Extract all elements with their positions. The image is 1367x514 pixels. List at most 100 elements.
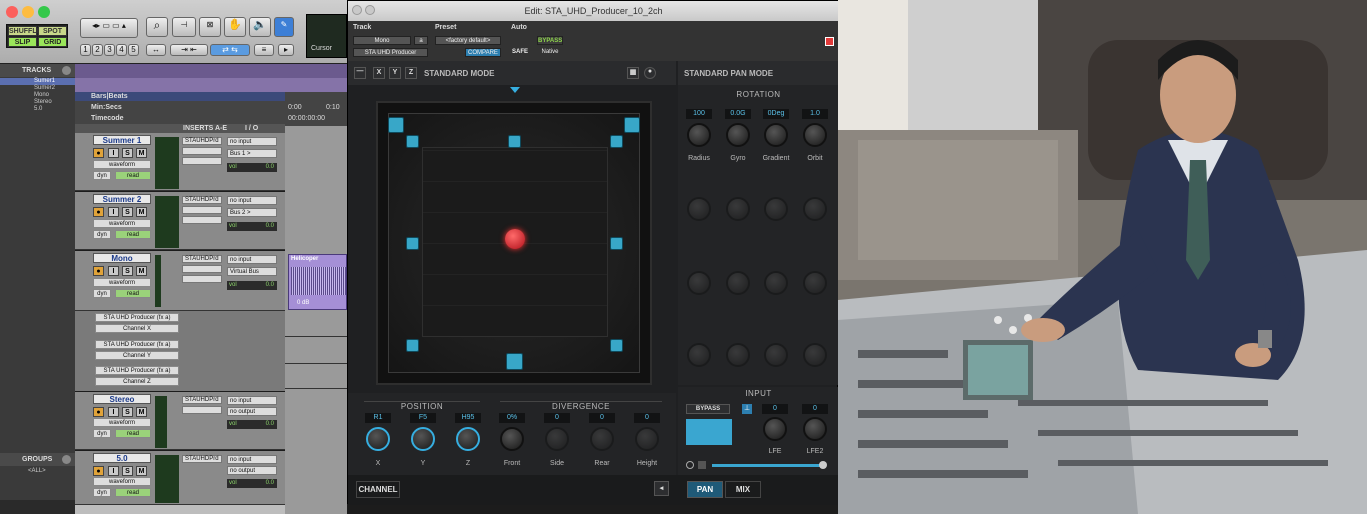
zoomer-tool-icon[interactable]: ⌕ bbox=[146, 17, 168, 37]
lane-plugin[interactable]: STA UHD Producer (fx a) bbox=[95, 313, 179, 322]
track-name[interactable]: Stereo bbox=[93, 394, 151, 404]
track-list-item[interactable]: 5.0 bbox=[0, 106, 75, 113]
track-list-item[interactable]: Stereo bbox=[0, 99, 75, 106]
automation-mode[interactable]: read bbox=[115, 230, 151, 239]
spot-mode-button[interactable]: SPOT bbox=[38, 26, 67, 36]
compare-button[interactable]: COMPARE bbox=[465, 48, 501, 57]
zoom-preset-1[interactable]: 1 bbox=[80, 44, 91, 56]
track-name[interactable]: 5.0 bbox=[93, 453, 151, 463]
gradient-knob[interactable] bbox=[764, 123, 788, 147]
volume-readout[interactable]: vol 0.0 bbox=[227, 281, 277, 290]
record-button[interactable]: ● bbox=[93, 266, 104, 276]
output-selector[interactable]: Bus 1 > bbox=[227, 149, 277, 158]
output-selector[interactable]: no output bbox=[227, 407, 277, 416]
insert-selector[interactable]: STA UHD Producer bbox=[353, 48, 428, 57]
channel-button[interactable]: CHANNEL bbox=[356, 481, 400, 498]
scrubber-speaker-icon[interactable]: 🔈 bbox=[249, 17, 271, 37]
height-knob[interactable] bbox=[635, 427, 659, 451]
input-monitor-button[interactable]: I bbox=[108, 148, 119, 158]
minimize-panel-icon[interactable]: — bbox=[354, 67, 366, 79]
3d-panner-room[interactable] bbox=[376, 101, 652, 385]
speaker-rear-right[interactable] bbox=[610, 339, 623, 352]
input-selector[interactable]: no input bbox=[227, 255, 277, 264]
gyro-knob[interactable] bbox=[726, 123, 750, 147]
input-selector[interactable]: no input bbox=[227, 455, 277, 464]
dyn-button[interactable]: dyn bbox=[93, 289, 111, 298]
speaker-front-left[interactable] bbox=[406, 135, 419, 148]
volume-readout[interactable]: vol 0.0 bbox=[227, 420, 277, 429]
lane-param[interactable]: Channel Y bbox=[95, 351, 179, 360]
view-selector[interactable]: waveform bbox=[93, 418, 151, 427]
speaker-side-left[interactable] bbox=[406, 237, 419, 250]
input-trim-handle[interactable] bbox=[819, 461, 827, 469]
position-y-value[interactable]: F5 bbox=[410, 413, 436, 423]
mute-button[interactable]: M bbox=[136, 266, 147, 276]
input-monitor-button[interactable]: I bbox=[108, 266, 119, 276]
close-plugin-button[interactable] bbox=[352, 5, 362, 15]
minimize-window-button[interactable] bbox=[22, 6, 34, 18]
output-selector[interactable]: Bus 2 > bbox=[227, 208, 277, 217]
position-x-value[interactable]: R1 bbox=[365, 413, 391, 423]
view-selector[interactable]: waveform bbox=[93, 219, 151, 228]
orbit-knob[interactable] bbox=[803, 123, 827, 147]
record-button[interactable]: ● bbox=[93, 148, 104, 158]
speaker-front-right[interactable] bbox=[610, 135, 623, 148]
speaker-side-right[interactable] bbox=[610, 237, 623, 250]
sphere-view-icon[interactable]: ● bbox=[644, 67, 656, 79]
volume-readout[interactable]: vol 0.0 bbox=[227, 479, 277, 488]
solo-button[interactable]: S bbox=[122, 266, 133, 276]
mute-button[interactable]: M bbox=[136, 207, 147, 217]
pencil-tool-icon[interactable]: ✎ bbox=[274, 17, 294, 37]
track-name[interactable]: Summer 1 bbox=[93, 135, 151, 145]
insert-slot[interactable]: STAUHDPrd bbox=[182, 196, 222, 204]
lane-plugin[interactable]: STA UHD Producer (fx a) bbox=[95, 366, 179, 375]
front-value[interactable]: 0% bbox=[499, 413, 525, 423]
speaker-top-left[interactable] bbox=[388, 117, 404, 133]
dyn-button[interactable]: dyn bbox=[93, 171, 111, 180]
mute-button[interactable]: M bbox=[136, 407, 147, 417]
input-monitor-button[interactable]: I bbox=[108, 207, 119, 217]
grid-view-icon[interactable]: ▦ bbox=[627, 67, 639, 79]
view-selector[interactable]: waveform bbox=[93, 477, 151, 486]
audio-clip[interactable]: Helicoper 0 dB bbox=[288, 254, 347, 310]
zoom-preset-3[interactable]: 3 bbox=[104, 44, 115, 56]
selector-tool-icon[interactable]: ⊠ bbox=[199, 17, 221, 37]
input-selector[interactable]: no input bbox=[227, 396, 277, 405]
automation-mode[interactable]: read bbox=[115, 429, 151, 438]
record-button[interactable]: ● bbox=[93, 407, 104, 417]
axis-y-button[interactable]: Y bbox=[389, 67, 401, 79]
plugin-red-indicator[interactable] bbox=[825, 37, 834, 46]
insertion-follows-icon[interactable]: ≡ bbox=[254, 44, 274, 56]
insert-slot-empty[interactable] bbox=[182, 157, 222, 165]
insert-slot-empty[interactable] bbox=[182, 265, 222, 273]
input-selector[interactable]: no input bbox=[227, 196, 277, 205]
side-value[interactable]: 0 bbox=[544, 413, 570, 423]
solo-button[interactable]: S bbox=[122, 407, 133, 417]
pan-tab[interactable]: PAN bbox=[687, 481, 723, 498]
automation-mode[interactable]: read bbox=[115, 171, 151, 180]
link-timeline-icon[interactable]: ⇥ ⇤ bbox=[170, 44, 208, 56]
track-name[interactable]: Summer 2 bbox=[93, 194, 151, 204]
position-z-value[interactable]: H95 bbox=[455, 413, 481, 423]
view-selector[interactable]: waveform bbox=[93, 278, 151, 287]
bypass-button[interactable]: BYPASS bbox=[537, 36, 563, 45]
position-y-knob[interactable] bbox=[411, 427, 435, 451]
insert-slot-empty[interactable] bbox=[182, 206, 222, 214]
output-selector[interactable]: no output bbox=[227, 466, 277, 475]
insert-slot[interactable]: STAUHDPrd bbox=[182, 137, 222, 145]
mirror-midi-icon[interactable]: ▸ bbox=[278, 44, 294, 56]
tab-to-transient-icon[interactable]: ↔ bbox=[146, 44, 166, 56]
safe-button[interactable]: SAFE bbox=[511, 48, 529, 57]
shuffle-mode-button[interactable]: SHUFFLE bbox=[8, 26, 41, 36]
lfe-knob[interactable] bbox=[763, 417, 787, 441]
gyro-value[interactable]: 0.0G bbox=[725, 109, 751, 119]
record-button[interactable]: ● bbox=[93, 466, 104, 476]
lane-param[interactable]: Channel X bbox=[95, 324, 179, 333]
position-z-knob[interactable] bbox=[456, 427, 480, 451]
mute-button[interactable]: M bbox=[136, 148, 147, 158]
input-bypass-button[interactable]: BYPASS bbox=[686, 404, 730, 414]
track-list-item[interactable]: Sumer2 bbox=[0, 85, 75, 92]
input-monitor-button[interactable]: I bbox=[108, 466, 119, 476]
lane-param[interactable]: Channel Z bbox=[95, 377, 179, 386]
rear-knob[interactable] bbox=[590, 427, 614, 451]
